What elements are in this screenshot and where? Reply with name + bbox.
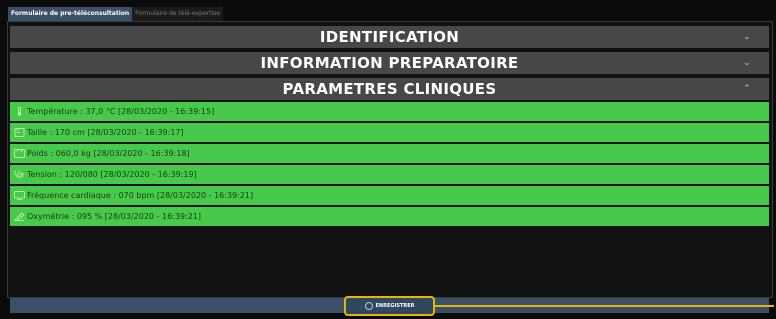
height-icon: [14, 128, 25, 137]
vital-tension: Tension : 120/080 [28/03/2020 - 16:39:19…: [27, 170, 197, 179]
section-title: PARAMETRES CLINIQUES: [282, 80, 497, 98]
thermometer-icon: [14, 106, 25, 116]
chevron-down-icon[interactable]: ⌄: [743, 26, 751, 48]
scale-icon: [14, 149, 25, 158]
section-information-preparatoire[interactable]: INFORMATION PREPARATOIRE ⌄: [10, 52, 769, 74]
list-item[interactable]: Taille : 170 cm [28/03/2020 - 16:39:17]: [10, 123, 769, 142]
vital-poids: Poids : 060,0 kg [28/03/2020 - 16:39:18]: [27, 149, 190, 158]
save-button[interactable]: ENREGISTRER: [344, 296, 435, 316]
vital-frequence-cardiaque: Fréquence cardiaque : 070 bpm [28/03/202…: [27, 191, 254, 200]
save-button-label: ENREGISTRER: [375, 303, 415, 309]
list-item[interactable]: Température : 37,0 °C [28/03/2020 - 16:3…: [10, 102, 769, 121]
section-title: IDENTIFICATION: [319, 28, 460, 46]
section-title: INFORMATION PREPARATOIRE: [260, 54, 519, 72]
form-tabs: Formulaire de pre-téléconsultation Formu…: [8, 7, 223, 21]
stethoscope-icon: [14, 170, 25, 179]
chevron-up-icon[interactable]: ⌃: [743, 78, 751, 100]
chevron-down-icon[interactable]: ⌄: [743, 52, 751, 74]
tab-tele-expertise[interactable]: Formulaire de télé-expertise: [132, 7, 223, 21]
vital-oxymetrie: Oxymétrie : 095 % [28/03/2020 - 16:39:21…: [27, 212, 202, 221]
monitor-icon: [14, 191, 25, 200]
list-item[interactable]: Oxymétrie : 095 % [28/03/2020 - 16:39:21…: [10, 207, 769, 226]
save-icon: [364, 302, 373, 310]
oximeter-icon: [14, 212, 25, 221]
list-item[interactable]: Poids : 060,0 kg [28/03/2020 - 16:39:18]: [10, 144, 769, 163]
vitals-list: Température : 37,0 °C [28/03/2020 - 16:3…: [10, 102, 769, 228]
section-parametres-cliniques[interactable]: PARAMETRES CLINIQUES ⌃: [10, 78, 769, 100]
section-identification[interactable]: IDENTIFICATION ⌄: [10, 26, 769, 48]
list-item[interactable]: Fréquence cardiaque : 070 bpm [28/03/202…: [10, 186, 769, 205]
vital-taille: Taille : 170 cm [28/03/2020 - 16:39:17]: [27, 128, 184, 137]
tab-pre-teleconsultation[interactable]: Formulaire de pre-téléconsultation: [8, 7, 133, 21]
list-item[interactable]: Tension : 120/080 [28/03/2020 - 16:39:19…: [10, 165, 769, 184]
highlight-line: [435, 305, 774, 307]
vital-temperature: Température : 37,0 °C [28/03/2020 - 16:3…: [27, 107, 215, 116]
